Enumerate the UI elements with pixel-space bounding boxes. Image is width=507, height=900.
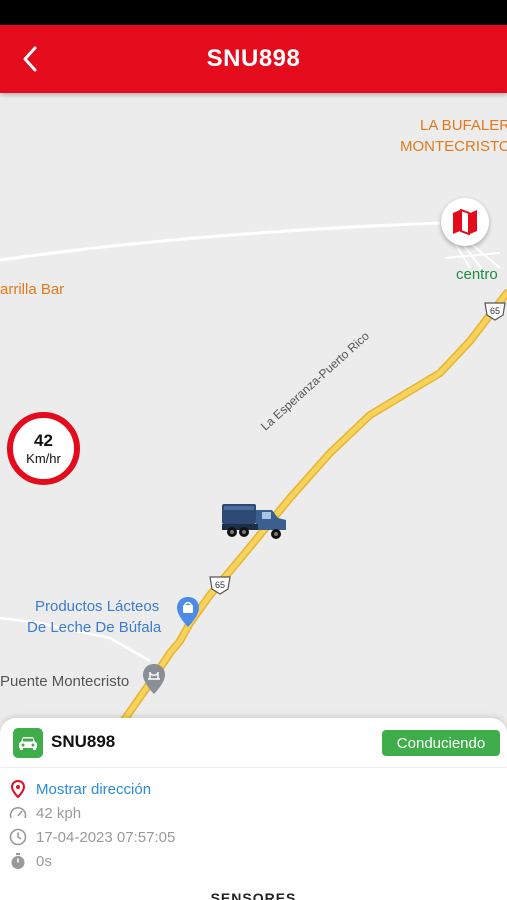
truck-icon[interactable] (220, 498, 288, 542)
vehicle-panel: SNU898 Conduciendo Mostrar dirección 42 … (0, 718, 507, 900)
shop-pin-icon[interactable] (176, 596, 200, 628)
location-pin-icon (8, 779, 28, 799)
speed-value: 42 (34, 430, 53, 450)
speed-text: 42 kph (36, 804, 82, 822)
speed-unit: Km/hr (26, 450, 61, 466)
label-centro: centro (456, 266, 498, 283)
datetime-row: 17-04-2023 07:57:05 (8, 826, 175, 848)
label-productos-2: De Leche De Búfala (27, 619, 162, 636)
svg-text:65: 65 (490, 306, 500, 316)
route-shield-mid: 65 (209, 576, 231, 595)
stopped-time-text: 0s (36, 852, 52, 870)
map-icon (453, 209, 477, 235)
route-shield-top: 65 (484, 302, 506, 321)
vehicle-row[interactable]: SNU898 Conduciendo (0, 718, 507, 768)
page-title: SNU898 (206, 45, 301, 72)
map-view[interactable]: LA BUFALER MONTECRISTO arrilla Bar centr… (0, 93, 507, 733)
chevron-left-icon (23, 46, 37, 72)
speedometer-icon (8, 803, 28, 823)
back-button[interactable] (10, 37, 50, 81)
sensors-section-title: SENSORES (210, 890, 297, 900)
car-icon (13, 728, 43, 758)
address-row[interactable]: Mostrar dirección (8, 778, 151, 800)
label-bufalera-1: LA BUFALER (420, 117, 507, 134)
vehicle-name: SNU898 (51, 732, 116, 751)
app-header: SNU898 (0, 25, 507, 93)
stopped-row: 0s (8, 850, 52, 872)
status-bar (0, 0, 507, 25)
speed-badge: 42 Km/hr (7, 412, 80, 485)
status-badge: Conduciendo (382, 730, 500, 756)
label-puente: Puente Montecristo (0, 673, 130, 690)
svg-text:65: 65 (215, 580, 225, 590)
label-productos-1: Productos Lácteos (35, 598, 160, 615)
speed-row: 42 kph (8, 802, 81, 824)
show-address-link[interactable]: Mostrar dirección (36, 781, 151, 798)
stopwatch-icon (8, 851, 28, 871)
bridge-pin-icon[interactable] (142, 663, 166, 695)
clock-icon (8, 827, 28, 847)
map-type-button[interactable] (441, 198, 489, 246)
label-parrilla: arrilla Bar (0, 281, 65, 298)
label-bufalera-2: MONTECRISTO (400, 138, 507, 155)
datetime-text: 17-04-2023 07:57:05 (36, 828, 176, 846)
